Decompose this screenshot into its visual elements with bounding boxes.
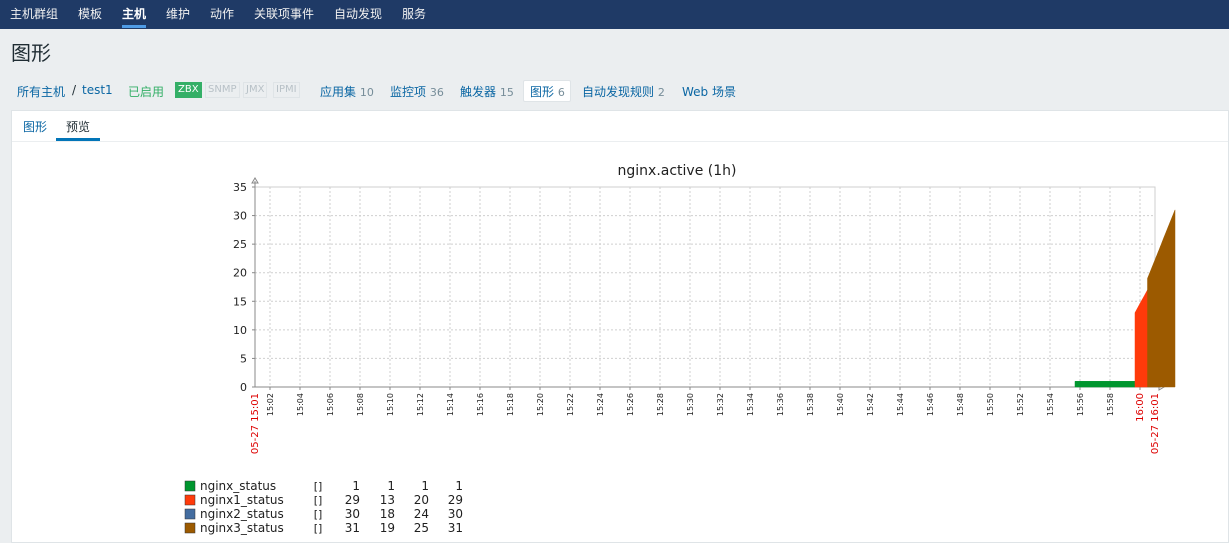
x-tick-label: 15:46 bbox=[926, 393, 935, 416]
x-end-label: 05-27 16:01 bbox=[1150, 393, 1161, 454]
legend-swatch bbox=[184, 508, 196, 520]
x-tick-label: 15:52 bbox=[1016, 393, 1025, 416]
y-tick-label: 35 bbox=[233, 181, 247, 194]
x-tick-label: 15:18 bbox=[506, 393, 515, 416]
legend-stat: 29 bbox=[448, 493, 463, 507]
x-tick-label: 15:04 bbox=[296, 393, 305, 416]
x-tick-label: 15:20 bbox=[536, 393, 545, 416]
legend-stat: 24 bbox=[414, 507, 429, 521]
legend-func: [] bbox=[314, 508, 323, 521]
series-area-nginx_status bbox=[1074, 381, 1136, 388]
x-tick-label: 15:14 bbox=[446, 393, 455, 416]
y-tick-label: 15 bbox=[233, 295, 247, 308]
x-start-label: 05-27 15:01 bbox=[250, 393, 261, 454]
x-tick-label: 15:32 bbox=[716, 393, 725, 416]
y-tick-label: 10 bbox=[233, 324, 247, 337]
legend-stat: 1 bbox=[455, 479, 463, 493]
x-tick-label: 15:34 bbox=[746, 393, 755, 416]
y-tick-label: 5 bbox=[240, 352, 247, 365]
legend-swatch bbox=[184, 494, 196, 506]
y-tick-label: 30 bbox=[233, 210, 247, 223]
x-tick-label: 15:54 bbox=[1046, 393, 1055, 416]
legend-stat: 1 bbox=[352, 479, 360, 493]
legend-func: [] bbox=[314, 522, 323, 535]
legend-stat: 13 bbox=[380, 493, 395, 507]
legend-stat: 19 bbox=[380, 521, 395, 535]
legend-swatch bbox=[184, 522, 196, 534]
legend-stat: 29 bbox=[345, 493, 360, 507]
chart-title: nginx.active (1h) bbox=[618, 163, 737, 179]
graph-chart: nginx.active (1h) 35 30 25 20 15 10 5 0 15:02 15:… bbox=[184, 163, 1176, 535]
x-tick-label: 15:40 bbox=[836, 393, 845, 416]
x-tick-label: 15:10 bbox=[386, 393, 395, 416]
y-tick-label: 0 bbox=[240, 381, 247, 394]
legend-series-name: nginx_status bbox=[200, 479, 276, 493]
legend-stat: 30 bbox=[448, 507, 463, 521]
legend-stat: 25 bbox=[414, 521, 429, 535]
x-tick-label: 15:36 bbox=[776, 393, 785, 416]
x-tick-label: 15:26 bbox=[626, 393, 635, 416]
x-tick-label: 15:30 bbox=[686, 393, 695, 416]
legend-series-name: nginx2_status bbox=[200, 507, 284, 521]
x-tick-label: 15:42 bbox=[866, 393, 875, 416]
x-tick-label: 15:24 bbox=[596, 393, 605, 416]
x-tick-label: 15:48 bbox=[956, 393, 965, 416]
x-tick-label: 15:38 bbox=[806, 393, 815, 416]
legend-stat: 1 bbox=[387, 479, 395, 493]
x-tick-label: 15:50 bbox=[986, 393, 995, 416]
x-tick-label: 15:08 bbox=[356, 393, 365, 416]
x-tick-label: 15:06 bbox=[326, 393, 335, 416]
y-tick-label: 20 bbox=[233, 267, 247, 280]
legend-func: [] bbox=[314, 494, 323, 507]
x-tick-label: 15:02 bbox=[266, 393, 275, 416]
x-tick-label: 15:16 bbox=[476, 393, 485, 416]
legend-stat: 20 bbox=[414, 493, 429, 507]
legend-stat: 31 bbox=[345, 521, 360, 535]
legend-series-name: nginx3_status bbox=[200, 521, 284, 535]
legend-stat: 30 bbox=[345, 507, 360, 521]
x-tick-label: 15:44 bbox=[896, 393, 905, 416]
legend-func: [] bbox=[314, 480, 323, 493]
y-tick-label: 25 bbox=[233, 238, 247, 251]
legend-swatch bbox=[184, 480, 196, 492]
x-tick-label: 15:22 bbox=[566, 393, 575, 416]
legend-series-name: nginx1_status bbox=[200, 493, 284, 507]
x-tick-label: 15:28 bbox=[656, 393, 665, 416]
legend-stat: 31 bbox=[448, 521, 463, 535]
legend-stat: 18 bbox=[380, 507, 395, 521]
x-tick-label: 15:56 bbox=[1076, 393, 1085, 416]
x-tick-label: 15:12 bbox=[416, 393, 425, 416]
legend-stat: 1 bbox=[421, 479, 429, 493]
x-tick-label: 15:58 bbox=[1106, 393, 1115, 416]
x-tick-label: 16:00 bbox=[1135, 393, 1146, 422]
